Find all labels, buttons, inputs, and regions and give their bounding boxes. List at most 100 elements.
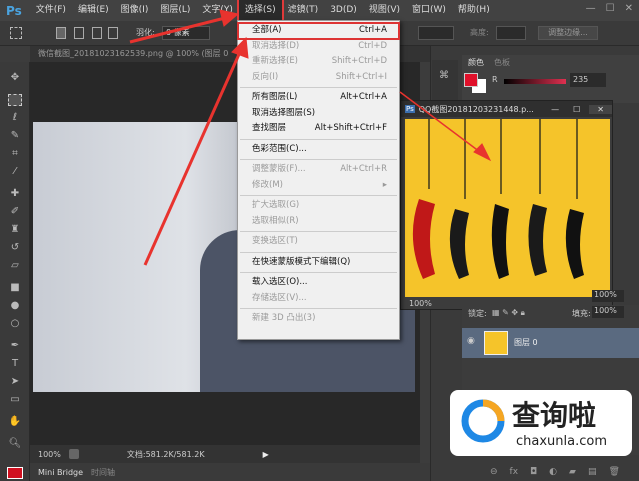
float-window-titlebar[interactable]: Ps QQ截图20181203231448.p... — ☐ ✕ — [401, 101, 612, 117]
dodge-icon[interactable]: ○ — [8, 318, 22, 330]
minimize-button[interactable]: — — [546, 105, 564, 114]
pen-tool-icon[interactable]: ✒ — [8, 340, 22, 352]
menu-item[interactable]: 重新选择(E) Shift+Ctrl+D — [238, 54, 399, 70]
tab-swatches[interactable]: 色板 — [494, 57, 510, 68]
menu-item[interactable]: 新建 3D 凸出(3) — [238, 311, 399, 327]
menu-item[interactable]: 在快速蒙版模式下编辑(Q) — [238, 255, 399, 271]
quick-select-icon[interactable]: ✎ — [8, 130, 22, 142]
menu-3[interactable]: 图层(L) — [154, 0, 196, 21]
menu-6[interactable]: 滤镜(T) — [282, 0, 325, 21]
tab-color[interactable]: 颜色 — [468, 57, 484, 68]
menu-10[interactable]: 帮助(H) — [452, 0, 496, 21]
opacity-input[interactable]: 100% — [592, 290, 624, 302]
brush-tool-icon[interactable]: ✐ — [8, 206, 22, 218]
mask-icon[interactable]: ◘ — [530, 467, 537, 477]
fx-icon[interactable]: fx — [510, 467, 519, 477]
red-value-input[interactable]: 235 — [570, 73, 606, 87]
eyedropper-icon[interactable]: ⁄ — [8, 166, 22, 178]
history-brush-icon[interactable]: ↺ — [8, 242, 22, 254]
menu-item-shortcut: Ctrl+D — [358, 40, 387, 51]
status-icon[interactable] — [68, 449, 79, 459]
gradient-icon[interactable]: ■ — [8, 282, 22, 294]
menu-item[interactable]: 修改(M) ▸ — [238, 178, 399, 194]
visibility-eye-icon[interactable]: ◉ — [467, 336, 475, 346]
menu-item[interactable]: 取消选择(D) Ctrl+D — [238, 39, 399, 55]
width-input[interactable] — [418, 26, 454, 40]
feather-label: 羽化: — [136, 28, 155, 37]
crop-tool-icon[interactable]: ⌗ — [8, 148, 22, 160]
menu-separator — [240, 159, 397, 160]
path-select-icon[interactable]: ➤ — [8, 376, 22, 388]
menu-item[interactable]: 色彩范围(C)... — [238, 142, 399, 158]
float-zoom-level[interactable]: 100% — [409, 299, 432, 308]
menu-7[interactable]: 3D(D) — [324, 0, 363, 21]
feather-input[interactable]: 0 像素 — [162, 26, 210, 40]
new-selection-icon[interactable] — [56, 27, 66, 39]
floating-document-window[interactable]: Ps QQ截图20181203231448.p... — ☐ ✕ 100% — [400, 100, 613, 310]
subtract-selection-icon[interactable] — [92, 27, 102, 39]
trash-icon[interactable]: 🗑︎ — [608, 467, 619, 477]
menu-9[interactable]: 窗口(W) — [406, 0, 452, 21]
menu-5[interactable]: 选择(S) — [236, 0, 284, 23]
move-tool-icon[interactable]: ✥ — [8, 72, 22, 84]
shape-tool-icon[interactable]: ▭ — [8, 394, 22, 406]
add-selection-icon[interactable] — [74, 27, 84, 39]
new-layer-icon[interactable]: ▤ — [588, 467, 597, 477]
tab-timeline[interactable]: 时间轴 — [91, 467, 115, 478]
layer-row[interactable]: ◉ 图层 0 — [462, 328, 639, 358]
menu-item-shortcut: Alt+Shift+Ctrl+F — [314, 123, 387, 133]
intersect-selection-icon[interactable] — [108, 27, 118, 39]
healing-brush-icon[interactable]: ✚ — [8, 188, 22, 200]
tab-mini-bridge[interactable]: Mini Bridge — [38, 468, 83, 477]
maximize-button[interactable]: ☐ — [568, 105, 585, 114]
menu-item[interactable]: 扩大选取(G) — [238, 198, 399, 214]
close-window-button[interactable]: ✕ — [625, 3, 633, 14]
refine-edge-button[interactable]: 调整边缘... — [538, 26, 598, 40]
menu-item[interactable]: 调整蒙版(F)... Alt+Ctrl+R — [238, 162, 399, 178]
menu-item[interactable]: 反向(I) Shift+Ctrl+I — [238, 70, 399, 86]
red-slider[interactable] — [504, 79, 566, 84]
zoom-level[interactable]: 100% — [38, 450, 61, 459]
menu-item[interactable]: 查找图层 Alt+Shift+Ctrl+F — [238, 121, 399, 137]
adjustment-icon[interactable]: ◐ — [549, 467, 557, 477]
folder-icon[interactable]: ▰ — [569, 467, 576, 477]
lasso-tool-icon[interactable]: ℓ — [8, 112, 22, 124]
menu-item[interactable]: 全部(A) Ctrl+A — [237, 22, 400, 40]
lock-icons[interactable]: ▦ ✎ ✥ 🔒︎ — [492, 308, 525, 318]
minimize-window-button[interactable]: — — [586, 3, 596, 14]
menu-4[interactable]: 文字(Y) — [196, 0, 239, 21]
menu-item[interactable]: 载入选区(O)... — [238, 275, 399, 291]
menu-item[interactable]: 变换选区(T) — [238, 234, 399, 250]
menu-item[interactable]: 存储选区(V)... — [238, 291, 399, 307]
menu-1[interactable]: 编辑(E) — [72, 0, 115, 21]
marquee-tool-icon[interactable] — [8, 94, 22, 106]
hand-tool-icon[interactable]: ✋ — [8, 416, 22, 428]
close-button[interactable]: ✕ — [589, 104, 612, 114]
status-menu-arrow-icon[interactable]: ▶ — [263, 450, 269, 459]
eraser-icon[interactable]: ▱ — [8, 260, 22, 272]
type-tool-icon[interactable]: T — [8, 358, 22, 370]
menu-item[interactable]: 取消选择图层(S) — [238, 106, 399, 122]
height-input[interactable] — [496, 26, 526, 40]
menu-2[interactable]: 图像(I) — [115, 0, 155, 21]
history-panel-icon[interactable]: ⌘ — [439, 70, 449, 81]
menu-0[interactable]: 文件(F) — [30, 0, 72, 21]
fill-input[interactable]: 100% — [592, 306, 624, 318]
menu-item-label: 扩大选取(G) — [252, 200, 300, 210]
menu-item[interactable]: 所有图层(L) Alt+Ctrl+A — [238, 90, 399, 106]
maximize-window-button[interactable]: ☐ — [606, 3, 615, 14]
foreground-color-swatch[interactable] — [464, 73, 478, 87]
color-panel: 颜色 色板 R 235 — [462, 55, 639, 103]
menu-8[interactable]: 视图(V) — [363, 0, 406, 21]
foreground-color-swatch[interactable] — [7, 467, 23, 479]
menu-item[interactable]: 选取相似(R) — [238, 214, 399, 230]
menu-item-label: 色彩范围(C)... — [252, 143, 307, 154]
menu-bar: Ps 文件(F) 编辑(E) 图像(I) 图层(L) 文字(Y) 选择(S) 滤镜(T) 3D… — [0, 0, 639, 23]
blur-icon[interactable]: ● — [8, 300, 22, 312]
watermark-url: chaxunla.com — [516, 434, 607, 449]
zoom-tool-icon[interactable]: 🔍︎ — [8, 438, 22, 450]
layer-name[interactable]: 图层 0 — [514, 337, 538, 348]
link-icon[interactable]: ⊖ — [490, 467, 498, 477]
marquee-icon[interactable] — [10, 27, 22, 39]
stamp-tool-icon[interactable]: ♜ — [8, 224, 22, 236]
